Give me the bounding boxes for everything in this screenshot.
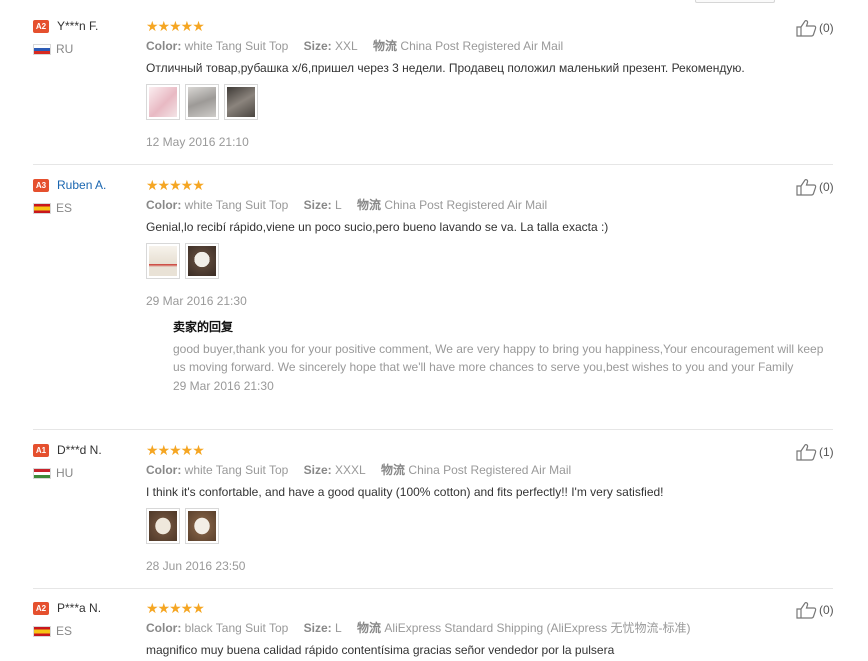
thumbs-up-icon: [796, 20, 817, 37]
shipping-value: China Post Registered Air Mail: [408, 463, 572, 477]
order-attributes: Color: black Tang Suit Top Size: L 物流 Al…: [146, 621, 691, 636]
review-photo-thumb[interactable]: [185, 84, 219, 120]
review-divider: [33, 164, 833, 165]
size-label: Size:: [303, 621, 332, 635]
shipping-label: 物流: [357, 621, 382, 635]
review-item: A3 Ruben A. ES ★★★★★ Color: white Tang S…: [0, 178, 868, 430]
color-label: Color:: [146, 198, 182, 212]
review-photo-thumb[interactable]: [146, 508, 180, 544]
order-attributes: Color: white Tang Suit Top Size: XXXL 物流…: [146, 463, 571, 478]
buyer-level-badge: A3: [33, 179, 49, 192]
reviewer-country: RU: [56, 42, 74, 56]
color-value: black Tang Suit Top: [184, 621, 289, 635]
helpful-button[interactable]: (0): [796, 178, 834, 196]
review-divider: [33, 429, 833, 430]
review-date: 12 May 2016 21:10: [146, 135, 249, 149]
star-rating: ★★★★★: [146, 177, 205, 193]
review-photo-thumb[interactable]: [146, 243, 180, 279]
thumbs-up-icon: [796, 179, 817, 196]
size-label: Size:: [303, 463, 332, 477]
helpful-button[interactable]: (1): [796, 443, 834, 461]
size-label: Size:: [303, 39, 332, 53]
shipping-label: 物流: [357, 198, 382, 212]
star-rating: ★★★★★: [146, 442, 205, 458]
shipping-value: China Post Registered Air Mail: [400, 39, 564, 53]
review-text: Genial,lo recibí rápido,viene un poco su…: [146, 220, 609, 234]
thumbs-up-icon: [796, 602, 817, 619]
shipping-value: China Post Registered Air Mail: [384, 198, 548, 212]
reviewer-name: D***d N.: [57, 443, 102, 457]
review-photo-thumb[interactable]: [185, 243, 219, 279]
seller-reply-text: good buyer,thank you for your positive c…: [173, 342, 824, 374]
thumbs-up-icon: [796, 444, 817, 461]
reviewer-country: HU: [56, 466, 74, 480]
reviewer-name: P***a N.: [57, 601, 102, 615]
order-attributes: Color: white Tang Suit Top Size: XXL 物流 …: [146, 39, 563, 54]
star-rating: ★★★★★: [146, 18, 205, 34]
pagination-edge: [695, 0, 775, 3]
review-photos: [146, 508, 219, 544]
helpful-count: (1): [819, 444, 834, 459]
review-text: magnifico muy buena calidad rápido conte…: [146, 643, 615, 657]
seller-reply: 卖家的回复 good buyer,thank you for your posi…: [173, 320, 838, 394]
review-text: Отличный товар,рубашка x/6,пришел через …: [146, 61, 745, 75]
size-value: XXXL: [335, 463, 366, 477]
helpful-count: (0): [819, 20, 834, 35]
reviewer-name: Y***n F.: [57, 19, 99, 33]
review-photo-thumb[interactable]: [146, 84, 180, 120]
reviewer-country: ES: [56, 624, 73, 638]
helpful-count: (0): [819, 179, 834, 194]
review-photo-thumb[interactable]: [224, 84, 258, 120]
star-rating: ★★★★★: [146, 600, 205, 616]
color-value: white Tang Suit Top: [184, 39, 289, 53]
color-label: Color:: [146, 621, 182, 635]
size-label: Size:: [303, 198, 332, 212]
spain-flag-icon: [33, 626, 51, 637]
size-value: L: [335, 621, 342, 635]
review-photo-thumb[interactable]: [185, 508, 219, 544]
color-value: white Tang Suit Top: [184, 198, 289, 212]
shipping-value: AliExpress Standard Shipping (AliExpress…: [384, 621, 691, 635]
buyer-level-badge: A1: [33, 444, 49, 457]
order-attributes: Color: white Tang Suit Top Size: L 物流 Ch…: [146, 198, 547, 213]
helpful-button[interactable]: (0): [796, 19, 834, 37]
size-value: XXL: [335, 39, 358, 53]
review-text: I think it's confortable, and have a goo…: [146, 485, 664, 499]
buyer-level-badge: A2: [33, 602, 49, 615]
review-item: A2 Y***n F. RU ★★★★★ Color: white Tang S…: [0, 19, 868, 164]
shipping-label: 物流: [373, 39, 398, 53]
russia-flag-icon: [33, 44, 51, 55]
review-item: A1 D***d N. HU ★★★★★ Color: white Tang S…: [0, 443, 868, 588]
color-label: Color:: [146, 39, 182, 53]
seller-reply-title: 卖家的回复: [173, 320, 234, 334]
color-label: Color:: [146, 463, 182, 477]
buyer-level-badge: A2: [33, 20, 49, 33]
review-photos: [146, 243, 219, 279]
helpful-button[interactable]: (0): [796, 601, 834, 619]
review-date: 28 Jun 2016 23:50: [146, 559, 246, 573]
review-date: 29 Mar 2016 21:30: [146, 294, 247, 308]
spain-flag-icon: [33, 203, 51, 214]
size-value: L: [335, 198, 342, 212]
shipping-label: 物流: [381, 463, 406, 477]
review-photos: [146, 84, 258, 120]
review-divider: [33, 588, 833, 589]
reviewer-name[interactable]: Ruben A.: [57, 178, 106, 193]
review-item: A2 P***a N. ES ★★★★★ Color: black Tang S…: [0, 601, 868, 661]
reviewer-country: ES: [56, 201, 73, 215]
hungary-flag-icon: [33, 468, 51, 479]
helpful-count: (0): [819, 602, 834, 617]
color-value: white Tang Suit Top: [184, 463, 289, 477]
seller-reply-date: 29 Mar 2016 21:30: [173, 379, 274, 393]
